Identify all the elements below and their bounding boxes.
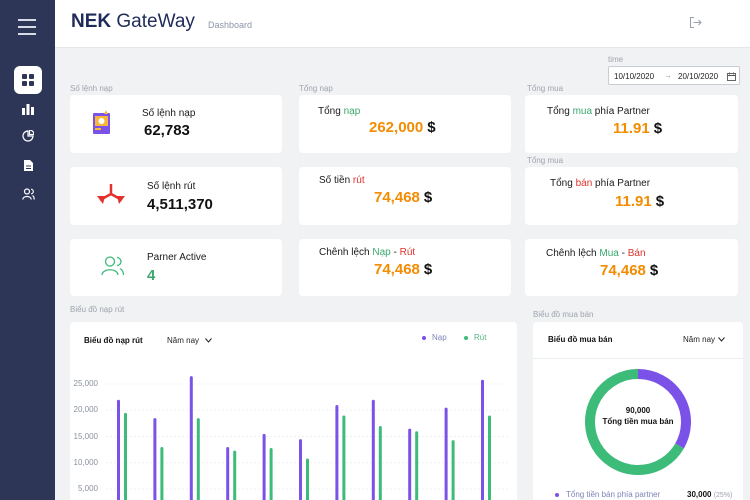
card-title: Parner Active bbox=[147, 252, 207, 263]
card-title: Tổng bán phía Partner bbox=[550, 178, 651, 189]
bar-nap-3[interactable] bbox=[189, 376, 193, 500]
chart-card-mua-ban: Biểu đồ mua bán Năm nay 90,000 Tổng tiền… bbox=[533, 322, 743, 500]
donut-legend-item: Tổng tiền bán phía partner bbox=[555, 490, 660, 499]
bar-rut-11[interactable] bbox=[488, 415, 491, 500]
card-so-lenh-nap: Số lệnh nạp 62,783 bbox=[70, 95, 282, 153]
donut-legend-value: 30,000 (25%) bbox=[687, 490, 733, 499]
withdraw-arrows-icon bbox=[97, 184, 125, 204]
card-so-tien-rut: Số tiền rút 74,468 $ bbox=[299, 167, 511, 225]
menu-toggle-icon[interactable] bbox=[18, 19, 36, 40]
section-label-bieu-do-mua-ban: Biểu đồ mua bán bbox=[533, 310, 594, 319]
section-label-tong-mua: Tổng mua bbox=[527, 84, 564, 93]
legend-swatch bbox=[555, 492, 559, 497]
calendar-icon bbox=[727, 72, 736, 81]
users-icon bbox=[21, 188, 35, 200]
donut-center-value: 90,000 bbox=[625, 406, 651, 415]
card-partner-active: Parner Active 4 bbox=[70, 239, 282, 296]
top-bar: NEK GateWay Dashboard bbox=[55, 0, 750, 48]
bar-chart-icon bbox=[22, 104, 34, 115]
sidebar-item-dashboard[interactable] bbox=[14, 66, 42, 94]
bar-chart bbox=[106, 376, 510, 500]
grid-icon bbox=[22, 74, 34, 86]
section-label-tong-mua-2: Tổng mua bbox=[527, 156, 564, 165]
card-title: Chênh lệch Nạp - Rút bbox=[319, 247, 416, 258]
sidebar-item-users[interactable] bbox=[14, 180, 42, 208]
card-value: 74,468 $ bbox=[374, 261, 433, 278]
bar-nap-8[interactable] bbox=[371, 399, 375, 500]
card-value: 4,511,370 bbox=[147, 196, 213, 213]
card-chenh-lech-mua-ban: Chênh lệch Mua - Bán 74,468 $ bbox=[525, 239, 738, 296]
card-title: Số lệnh nạp bbox=[142, 108, 196, 119]
sidebar bbox=[0, 0, 55, 500]
card-value: 74,468 $ bbox=[374, 189, 433, 206]
donut-center-label: Tổng tiền mua bán bbox=[602, 417, 674, 426]
bar-rut-4[interactable] bbox=[233, 450, 237, 500]
app-logo[interactable]: NEK GateWay bbox=[71, 11, 195, 33]
card-title: Tổng mua phía Partner bbox=[547, 106, 650, 117]
date-range-arrow: → bbox=[664, 71, 672, 80]
sidebar-item-statistics[interactable] bbox=[14, 122, 42, 150]
card-value: 4 bbox=[147, 267, 156, 284]
bar-rut-5[interactable] bbox=[269, 448, 273, 500]
section-label-tong-nap: Tổng nạp bbox=[299, 84, 333, 93]
sidebar-item-reports[interactable] bbox=[14, 95, 42, 123]
card-tong-nap: Tổng nạp 262,000 $ bbox=[299, 95, 511, 153]
card-title: Số tiền rút bbox=[319, 175, 365, 186]
card-so-lenh-rut: Số lệnh rút 4,511,370 bbox=[70, 167, 282, 225]
card-value: 11.91 $ bbox=[613, 120, 663, 137]
bar-nap-4[interactable] bbox=[226, 447, 230, 500]
bar-nap-6[interactable] bbox=[299, 439, 302, 500]
deposit-icon bbox=[93, 110, 110, 134]
card-chenh-lech-nap-rut: Chênh lệch Nạp - Rút 74,468 $ bbox=[299, 239, 511, 296]
bar-nap-2[interactable] bbox=[153, 418, 157, 500]
bar-rut-1[interactable] bbox=[124, 412, 127, 500]
bar-nap-9[interactable] bbox=[408, 428, 412, 500]
pie-chart-icon bbox=[22, 130, 34, 142]
date-to: 20/10/2020 bbox=[678, 72, 719, 81]
logout-icon[interactable] bbox=[689, 16, 702, 29]
bar-nap-1[interactable] bbox=[117, 399, 120, 500]
bar-nap-10[interactable] bbox=[444, 407, 448, 500]
card-title: Số lệnh rút bbox=[147, 181, 196, 192]
chart-card-nap-rut: Biểu đồ nạp rút Năm nay Nạp Rút 25,000 2… bbox=[70, 322, 517, 500]
bar-rut-3[interactable] bbox=[196, 418, 200, 500]
bar-rut-7[interactable] bbox=[342, 415, 346, 500]
sidebar-item-documents[interactable] bbox=[14, 151, 42, 179]
bar-rut-2[interactable] bbox=[160, 447, 164, 500]
card-value: 74,468 $ bbox=[600, 262, 659, 279]
time-filter-label: time bbox=[608, 55, 624, 64]
bar-rut-10[interactable] bbox=[451, 440, 455, 500]
card-title: Tổng nạp bbox=[318, 106, 361, 117]
section-label-so-lenh-nap: Số lệnh nạp bbox=[70, 84, 113, 93]
card-value: 11.91 $ bbox=[615, 193, 665, 210]
users-icon bbox=[101, 256, 125, 276]
card-value: 62,783 bbox=[144, 122, 190, 139]
date-range-picker[interactable]: 10/10/2020 → 20/10/2020 bbox=[608, 66, 740, 85]
date-from: 10/10/2020 bbox=[614, 72, 655, 81]
card-title: Chênh lệch Mua - Bán bbox=[546, 248, 646, 259]
document-icon bbox=[23, 159, 33, 171]
breadcrumb[interactable]: Dashboard bbox=[208, 20, 252, 30]
section-label-bieu-do-nap-rut: Biểu đồ nạp rút bbox=[70, 305, 125, 314]
bar-rut-6[interactable] bbox=[306, 458, 309, 500]
card-tong-ban-partner: Tổng bán phía Partner 11.91 $ bbox=[525, 167, 738, 225]
bar-rut-9[interactable] bbox=[415, 431, 419, 500]
bar-nap-7[interactable] bbox=[335, 405, 339, 500]
bar-rut-8[interactable] bbox=[378, 426, 382, 500]
card-tong-mua-partner: Tổng mua phía Partner 11.91 $ bbox=[525, 95, 738, 153]
bar-nap-11[interactable] bbox=[481, 379, 484, 500]
bar-nap-5[interactable] bbox=[262, 433, 266, 500]
card-value: 262,000 $ bbox=[369, 119, 436, 136]
